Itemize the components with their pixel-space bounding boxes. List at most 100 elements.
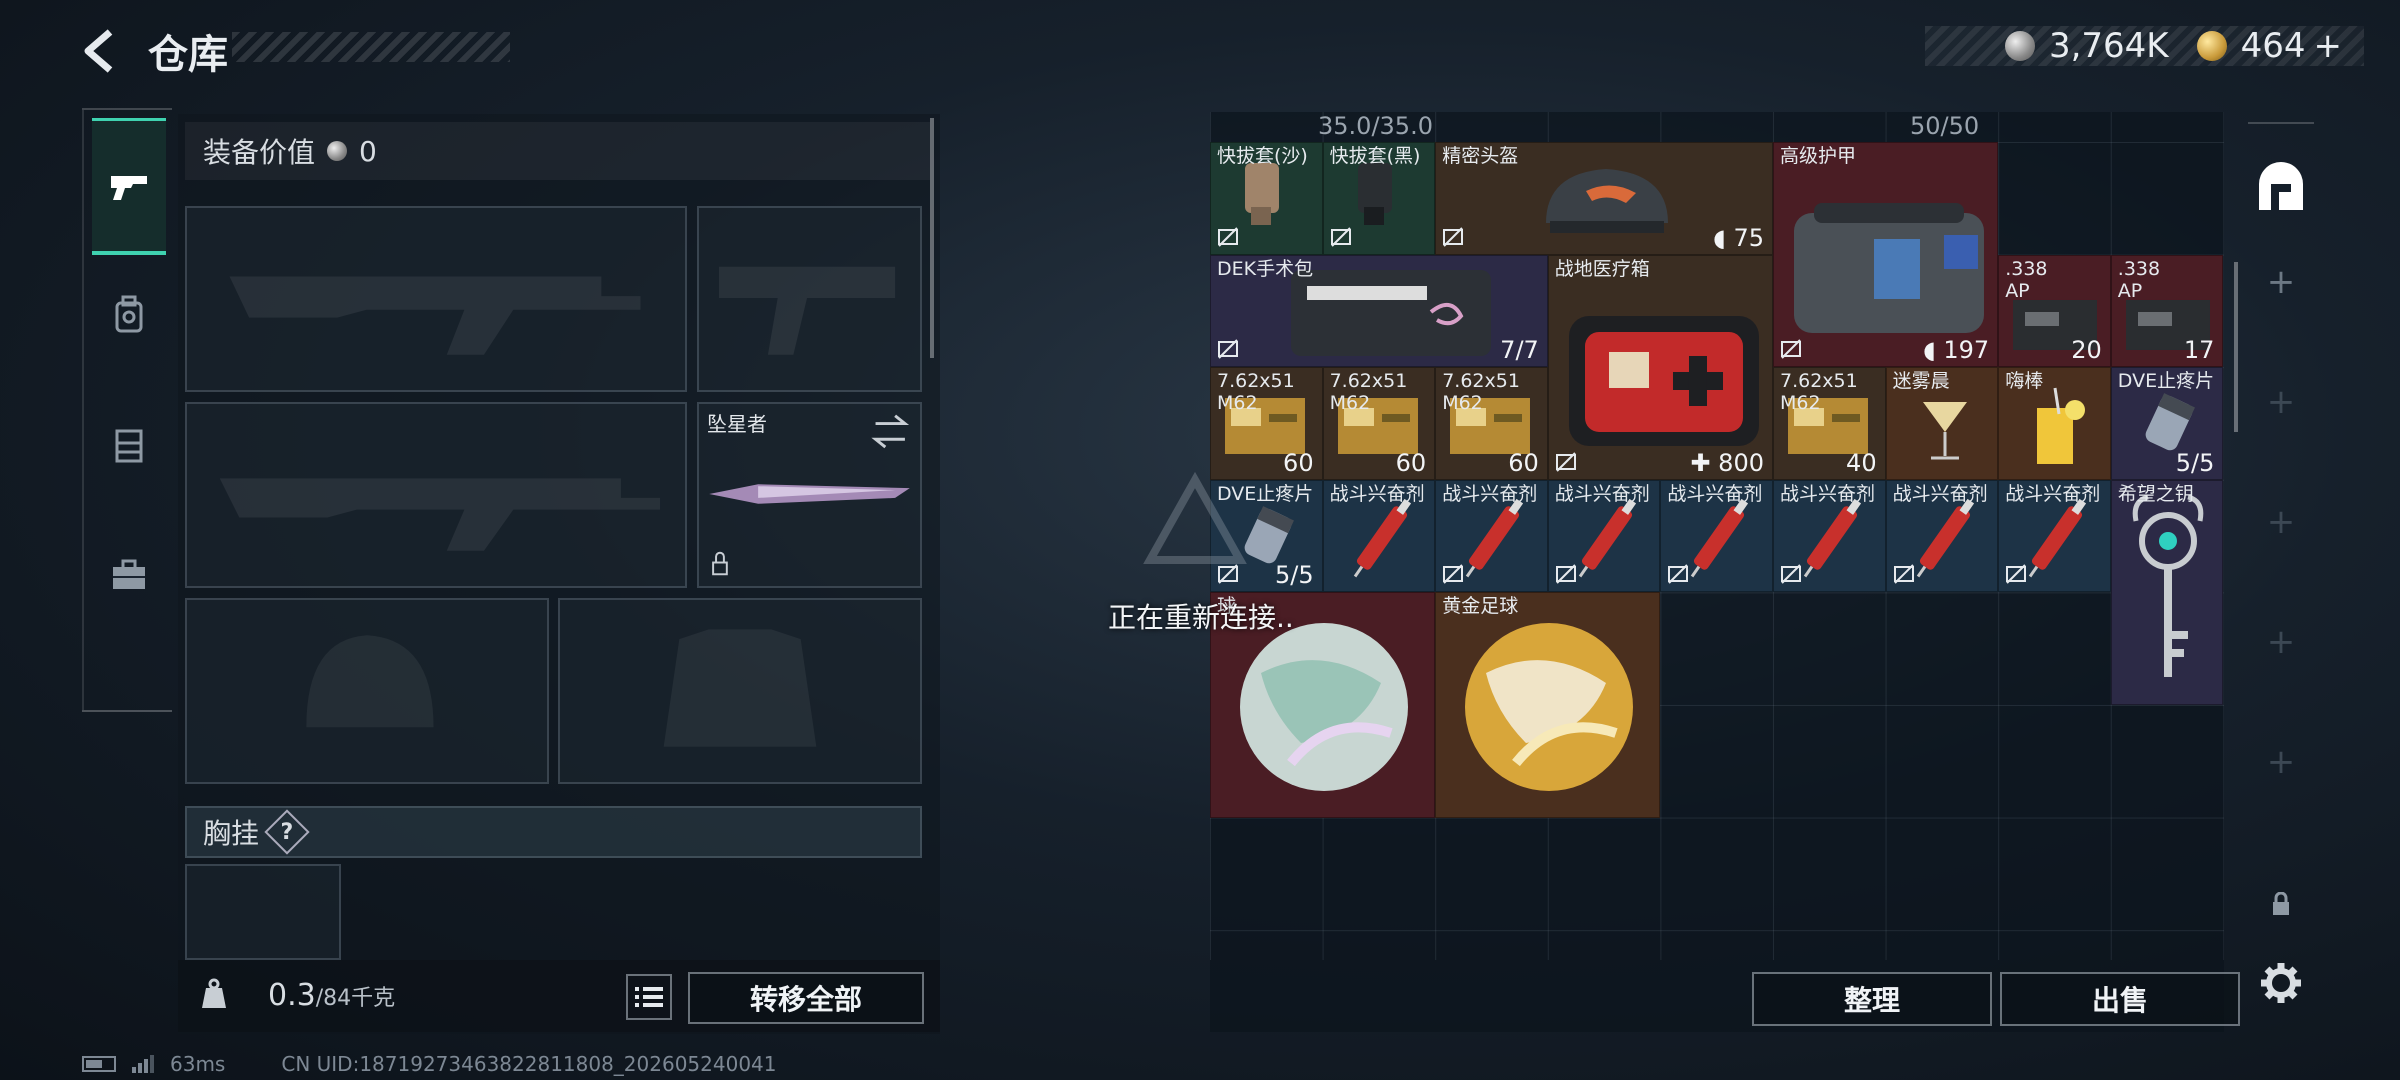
secondary-weapon-slot[interactable] [185,402,687,588]
storage-item[interactable]: .338 AP 20 [1998,254,2111,368]
item-name: 战地医疗箱 [1554,257,1650,280]
item-name: 战斗兴奋剂 [1667,482,1763,505]
item-name: 战斗兴奋剂 [1892,482,1988,505]
storage-item[interactable]: 7.62x51 M62 60 [1322,367,1436,480]
tab-weapons[interactable] [92,118,166,255]
reconnect-message: 正在重新连接.. [1108,601,1294,634]
help-icon[interactable]: ? [264,809,310,855]
no-trade-icon [1218,226,1238,247]
add-storage-button-3[interactable]: + [2248,482,2314,562]
item-count: 20 [2071,336,2102,365]
chest-rig-slot[interactable] [185,864,341,960]
weight-current: 0.3 [268,978,316,1013]
armor-slot[interactable] [558,598,922,784]
storage-item[interactable]: 7.62x51 M62 40 [1773,367,1886,480]
item-count: ◖ 197 [1923,336,1990,365]
no-trade-icon [1443,564,1464,585]
currency-bar: 3,764K 464 + [1924,26,2364,66]
sell-button[interactable]: 出售 [2000,972,2240,1026]
add-storage-button-1[interactable]: + [2248,242,2314,322]
base-storage-button[interactable] [2248,148,2314,228]
storage-item[interactable]: 战斗兴奋剂 [1885,479,1999,593]
helmet-slot[interactable] [185,598,549,784]
storage-item[interactable]: 黄金足球 [1435,592,1661,818]
storage-scrollbar[interactable] [2234,262,2238,432]
tab-vest[interactable] [92,380,166,510]
gun-tab-icon [111,176,147,200]
sidearm-slot[interactable] [697,206,922,392]
item-name: 高级护甲 [1780,145,1857,167]
gold-amount: 464 [2240,26,2306,66]
equipment-scrollbar[interactable] [930,118,934,358]
storage-item[interactable]: 精密头盔 ◖ 75 [1435,142,1773,255]
tab-case[interactable] [92,510,166,640]
silver-coin-icon [327,141,348,161]
equipment-value: 0 [359,134,377,168]
item-name: 7.62x51 M62 [1442,370,1520,415]
signal-icon [132,1055,154,1073]
storage-item[interactable]: .338 AP 17 [2110,254,2224,368]
primary-weapon-slot[interactable] [185,206,687,392]
armor-icon: ◖ [1713,223,1734,252]
item-count: 5/5 [1274,561,1314,590]
storage-item[interactable]: 战地医疗箱 ✚ 800 [1547,254,1773,480]
item-name: 快拔套(黑) [1329,145,1421,167]
weight-max: /84千克 [315,986,396,1011]
add-storage-button-5[interactable]: + [2248,722,2314,802]
storage-item[interactable]: DVE止疼片 5/5 [2110,367,2224,480]
storage-item[interactable]: 战斗兴奋剂 [1435,479,1548,593]
list-view-button[interactable] [626,974,672,1020]
storage-item[interactable]: 快拔套(黑) [1322,142,1436,255]
item-art [2132,494,2204,677]
storage-item[interactable]: DEK手术包 7/7 [1210,254,1548,368]
no-trade-icon [1330,226,1351,247]
settings-button[interactable] [2248,948,2314,1018]
plus-icon: + [2266,622,2296,662]
add-storage-button-2[interactable]: + [2248,362,2314,442]
loading-logo-icon [1143,471,1247,564]
storage-item[interactable]: 嗨棒 [1998,367,2111,480]
storage-item[interactable]: 战斗兴奋剂 [1660,479,1773,593]
item-art [1465,623,1634,792]
item-name: 快拔套(沙) [1217,145,1308,167]
transfer-all-button[interactable]: 转移全部 [688,972,924,1024]
medical-cross-icon: ✚ [1690,448,1719,477]
item-name: 7.62x51 M62 [1780,370,1858,415]
plus-icon: + [2266,262,2296,302]
storage-item[interactable]: 战斗兴奋剂 [1322,479,1436,593]
silver-amount: 3,764K [2048,26,2169,66]
storage-item[interactable]: 7.62x51 M62 60 [1435,367,1548,480]
storage-item[interactable]: 高级护甲 ◖ 197 [1773,142,1999,368]
vest-tab-icon [115,429,143,463]
storage-item[interactable]: 7.62x51 M62 60 [1210,367,1323,480]
storage-item[interactable]: 希望之钥 [2110,479,2224,705]
item-name: .338 AP [2117,257,2161,302]
item-art [1568,315,1759,446]
add-currency-button[interactable]: + [2314,26,2343,66]
storage-item[interactable]: 迷雾晨 [1885,367,1999,480]
weight-icon [202,978,226,1008]
item-count: 60 [1283,448,1314,477]
item-count: 7/7 [1500,336,1539,365]
silver-coin-icon [2004,31,2035,61]
sort-button[interactable]: 整理 [1752,972,1992,1026]
case-tab-icon [113,559,145,589]
storage-item[interactable]: 战斗兴奋剂 [1998,479,2111,593]
storage-item[interactable]: 战斗兴奋剂 [1773,479,1886,593]
no-trade-icon [1555,564,1576,585]
page-title: 仓库 [148,32,228,78]
melee-slot[interactable]: 坠星者 [697,402,922,588]
item-name: DVE止疼片 [2117,370,2215,393]
storage-item[interactable]: 快拔套(沙) [1210,142,1323,255]
lock-button[interactable] [2248,882,2314,926]
battery-icon [82,1056,116,1072]
rifle-silhouette-icon [229,276,641,355]
storage-item[interactable]: 战斗兴奋剂 [1547,479,1661,593]
no-trade-icon [1218,339,1238,359]
tab-backpack[interactable] [92,250,166,380]
add-storage-button-4[interactable]: + [2248,602,2314,682]
gold-coin-icon [2196,31,2227,61]
back-icon[interactable] [78,28,124,74]
item-name: 战斗兴奋剂 [1442,482,1538,505]
knife-art [709,414,910,576]
